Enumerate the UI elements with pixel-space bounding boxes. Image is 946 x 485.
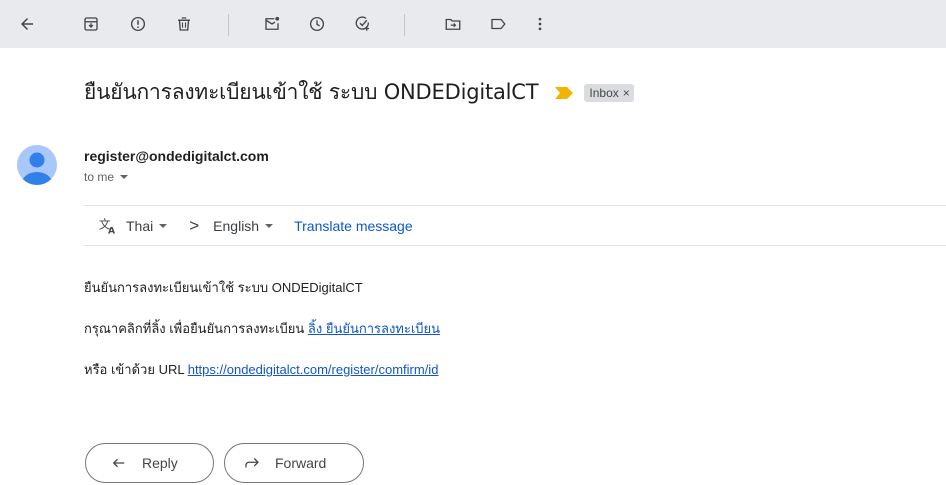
snooze-icon — [309, 16, 325, 32]
delete-button[interactable] — [168, 8, 200, 40]
label-icon — [491, 18, 506, 30]
recipients-label: to me — [84, 170, 115, 184]
reply-button[interactable]: Reply — [85, 443, 214, 483]
person-icon — [22, 152, 52, 185]
source-language-label: Thai — [126, 217, 154, 234]
delete-icon — [178, 17, 190, 31]
svg-text:A: A — [108, 225, 116, 236]
toolbar-divider — [404, 14, 405, 36]
body-line-3-text: หรือ เข้าด้วย URL — [84, 362, 188, 377]
archive-button[interactable] — [75, 8, 107, 40]
forward-icon — [245, 458, 259, 468]
sender-address: register@ondedigitalct.com — [84, 148, 269, 164]
reply-icon — [112, 458, 125, 468]
back-arrow-icon — [21, 18, 33, 30]
confirm-url-link[interactable]: https://ondedigitalct.com/register/comfi… — [188, 362, 439, 377]
email-subject: ยืนยันการลงทะเบียนเข้าใช้ ระบบ ONDEDigit… — [84, 80, 539, 104]
target-language-select[interactable]: English — [213, 217, 274, 234]
email-toolbar — [0, 0, 946, 48]
labels-button[interactable] — [482, 8, 514, 40]
recipients-toggle[interactable]: to me — [84, 170, 129, 184]
move-to-button[interactable] — [437, 8, 469, 40]
chevron-down-icon — [265, 223, 274, 228]
body-line-2: กรุณาคลิกที่ลิ้ง เพื่อยืนยันการลงทะเบียน… — [84, 318, 440, 339]
more-options-icon — [538, 17, 542, 31]
mark-unread-icon — [265, 16, 280, 30]
snooze-button[interactable] — [301, 8, 333, 40]
target-language-label: English — [213, 217, 260, 234]
more-options-button[interactable] — [524, 8, 556, 40]
reply-label: Reply — [142, 455, 178, 471]
body-line-3: หรือ เข้าด้วย URL https://ondedigitalct.… — [84, 359, 438, 380]
translate-icon: 文A — [98, 216, 118, 236]
confirm-registration-link[interactable]: ลิ้ง ยืนยันการลงทะเบียน — [308, 321, 440, 336]
mark-unread-button[interactable] — [256, 8, 288, 40]
body-line-2-text: กรุณาคลิกที่ลิ้ง เพื่อยืนยันการลงทะเบียน — [84, 321, 308, 336]
add-to-tasks-icon — [355, 16, 369, 31]
inbox-label-chip: Inbox × — [584, 83, 634, 102]
subject-row: ยืนยันการลงทะเบียนเข้าใช้ ระบบ ONDEDigit… — [84, 76, 634, 109]
translate-message-link[interactable]: Translate message — [294, 218, 413, 234]
inbox-label-text: Inbox — [589, 85, 619, 100]
report-spam-button[interactable] — [122, 8, 154, 40]
forward-label: Forward — [275, 455, 327, 471]
forward-button[interactable]: Forward — [224, 443, 364, 483]
move-to-icon — [445, 18, 461, 30]
chevron-down-icon — [120, 175, 129, 179]
translate-bar: 文A Thai > English Translate message — [84, 205, 946, 246]
body-line-1: ยืนยันการลงทะเบียนเข้าใช้ ระบบ ONDEDigit… — [84, 280, 363, 295]
archive-icon — [84, 17, 98, 31]
chevron-down-icon — [159, 223, 168, 228]
add-to-tasks-button[interactable] — [347, 8, 379, 40]
back-button[interactable] — [11, 8, 43, 40]
remove-label-button[interactable]: × — [623, 86, 630, 100]
source-language-select[interactable]: Thai — [126, 217, 168, 234]
report-spam-icon — [130, 16, 146, 32]
important-marker-icon[interactable] — [554, 86, 574, 100]
chevron-right-icon: > — [189, 215, 200, 235]
toolbar-divider — [228, 14, 229, 36]
sender-avatar[interactable] — [17, 145, 57, 185]
